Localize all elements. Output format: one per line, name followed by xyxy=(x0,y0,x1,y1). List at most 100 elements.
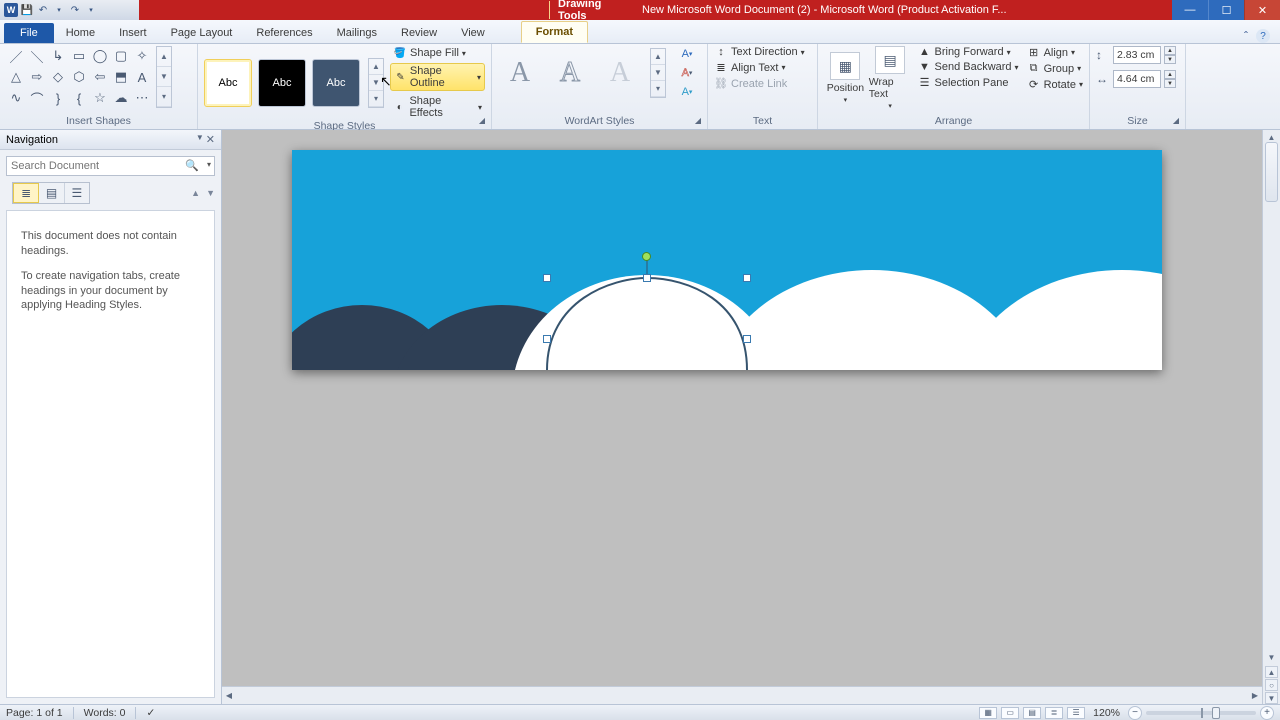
spin-down-icon[interactable]: ▼ xyxy=(1164,55,1176,64)
align-button[interactable]: ⊞Align▾ xyxy=(1027,46,1083,59)
tab-file[interactable]: File xyxy=(4,23,54,43)
pane-close-icon[interactable]: ✕ xyxy=(206,133,215,146)
close-button[interactable]: ✕ xyxy=(1244,0,1280,20)
wrap-text-button[interactable]: ▤ Wrap Text▾ xyxy=(869,46,912,110)
save-icon[interactable]: 💾 xyxy=(20,3,34,17)
tab-format[interactable]: Format xyxy=(521,21,588,43)
group-button[interactable]: ⧉Group▾ xyxy=(1027,62,1083,75)
shape-star-icon[interactable]: ☆ xyxy=(90,88,110,108)
proofing-icon[interactable]: ✓ xyxy=(146,707,155,719)
pane-dropdown-icon[interactable]: ▼ xyxy=(196,133,204,146)
zoom-out-button[interactable]: − xyxy=(1128,706,1142,720)
word-count[interactable]: Words: 0 xyxy=(84,707,126,719)
shape-callout-icon[interactable]: ⬒ xyxy=(111,67,131,87)
tab-view[interactable]: View xyxy=(449,23,497,43)
wordart-gallery-scroll[interactable]: ▲ ▼ ▾ xyxy=(650,48,666,98)
resize-handle[interactable] xyxy=(743,274,751,282)
next-icon[interactable]: ▼ xyxy=(206,188,215,198)
next-page-icon[interactable]: ▼ xyxy=(1265,692,1278,704)
resize-handle[interactable] xyxy=(543,274,551,282)
minimize-ribbon-icon[interactable]: ˆ xyxy=(1244,29,1248,43)
height-value[interactable]: 2.83 cm xyxy=(1113,46,1161,64)
drawing-canvas[interactable] xyxy=(292,150,1162,370)
nav-tab-pages[interactable]: ▤ xyxy=(39,183,64,203)
tab-review[interactable]: Review xyxy=(389,23,449,43)
undo-icon[interactable]: ↶ xyxy=(36,3,50,17)
prev-page-icon[interactable]: ▲ xyxy=(1265,666,1278,678)
help-icon[interactable]: ? xyxy=(1256,29,1270,43)
wordart-preset[interactable]: A xyxy=(598,51,642,95)
dialog-launcher-icon[interactable]: ◢ xyxy=(693,115,703,125)
shape-more-icon[interactable]: ⋯ xyxy=(132,88,152,108)
scroll-right-icon[interactable]: ▶ xyxy=(1248,687,1262,704)
scroll-up-icon[interactable]: ▲ xyxy=(651,49,665,65)
search-input[interactable] xyxy=(6,156,215,176)
search-box[interactable]: 🔍 ▾ xyxy=(6,156,215,176)
spin-up-icon[interactable]: ▲ xyxy=(1164,70,1176,79)
maximize-button[interactable]: ☐ xyxy=(1208,0,1244,20)
spin-down-icon[interactable]: ▼ xyxy=(1164,79,1176,88)
shape-cloud-icon[interactable]: ☁ xyxy=(111,88,131,108)
scroll-down-icon[interactable]: ▼ xyxy=(651,65,665,81)
shape-textbox-icon[interactable]: A xyxy=(132,67,152,87)
scroll-up-icon[interactable]: ▲ xyxy=(157,47,171,67)
resize-handle[interactable] xyxy=(643,274,651,282)
position-button[interactable]: ▦ Position▾ xyxy=(824,46,867,110)
scroll-left-icon[interactable]: ◀ xyxy=(222,687,236,704)
nav-tab-results[interactable]: ☰ xyxy=(65,183,89,203)
style-preset-2[interactable]: Abc xyxy=(258,59,306,107)
shape-arrow-icon[interactable]: ⇦ xyxy=(90,67,110,87)
wordart-preset[interactable]: A xyxy=(548,51,592,95)
shape-rect-icon[interactable]: ▭ xyxy=(69,46,89,66)
width-value[interactable]: 4.64 cm xyxy=(1113,70,1161,88)
qat-customize-icon[interactable]: ▾ xyxy=(84,3,98,17)
resize-handle[interactable] xyxy=(743,335,751,343)
spin-up-icon[interactable]: ▲ xyxy=(1164,46,1176,55)
shape-style-gallery[interactable]: Abc Abc Abc ▲ ▼ ▾ xyxy=(204,58,384,108)
tab-home[interactable]: Home xyxy=(54,23,107,43)
scroll-thumb[interactable] xyxy=(1265,142,1278,202)
style-preset-3[interactable]: Abc xyxy=(312,59,360,107)
search-options-icon[interactable]: ▾ xyxy=(207,160,211,169)
print-layout-view-icon[interactable]: ▦ xyxy=(979,707,997,719)
shape-brace-icon[interactable]: } xyxy=(48,88,68,108)
width-field[interactable]: ↔ 4.64 cm ▲▼ xyxy=(1096,70,1179,88)
shape-curve-icon[interactable]: ∿ xyxy=(6,88,26,108)
nav-tab-headings[interactable]: ≣ xyxy=(13,183,39,203)
style-preset-1[interactable]: Abc xyxy=(204,59,252,107)
zoom-thumb[interactable] xyxy=(1212,707,1220,719)
tab-mailings[interactable]: Mailings xyxy=(325,23,389,43)
shape-freeform-icon[interactable]: ✧ xyxy=(132,46,152,66)
shapes-gallery-scroll[interactable]: ▲ ▼ ▾ xyxy=(156,46,172,108)
rotation-handle[interactable] xyxy=(642,252,651,261)
shape-brace-icon[interactable]: { xyxy=(69,88,89,108)
shape-fill-button[interactable]: 🪣Shape Fill▾ xyxy=(390,46,485,60)
dialog-launcher-icon[interactable]: ◢ xyxy=(477,115,487,125)
gallery-expand-icon[interactable]: ▾ xyxy=(369,91,383,107)
document-area[interactable]: ▭ ▲ ▼ xyxy=(222,130,1280,704)
redo-icon[interactable]: ↷ xyxy=(68,3,82,17)
shape-arrow-icon[interactable]: ⇨ xyxy=(27,67,47,87)
shape-effects-button[interactable]: ◐Shape Effects▾ xyxy=(390,94,485,120)
scroll-down-icon[interactable]: ▼ xyxy=(1263,650,1280,664)
gallery-expand-icon[interactable]: ▾ xyxy=(651,81,665,97)
gallery-expand-icon[interactable]: ▾ xyxy=(157,87,171,107)
shapes-gallery[interactable]: ／＼↳▭◯▢✧ △⇨◇⬡⇦⬒A ∿⌒}{☆☁⋯ xyxy=(6,46,152,108)
shape-triangle-icon[interactable]: △ xyxy=(6,67,26,87)
outline-view-icon[interactable]: ≣ xyxy=(1045,707,1063,719)
shape-connector-icon[interactable]: ↳ xyxy=(48,46,68,66)
send-backward-button[interactable]: ▼Send Backward▾ xyxy=(918,61,1019,73)
prev-icon[interactable]: ▲ xyxy=(191,188,200,198)
shape-outline-button[interactable]: ✎Shape Outline▾ ↖ xyxy=(390,63,485,91)
shape-roundrect-icon[interactable]: ▢ xyxy=(111,46,131,66)
shape-line-icon[interactable]: ＼ xyxy=(27,46,47,66)
rotate-button[interactable]: ⟳Rotate▾ xyxy=(1027,78,1083,91)
undo-dropdown-icon[interactable]: ▾ xyxy=(52,3,66,17)
vertical-scrollbar[interactable]: ▲ ▼ ▲ ○ ▼ xyxy=(1262,130,1280,704)
align-text-button[interactable]: ≣Align Text▾ xyxy=(714,61,811,74)
text-outline-button[interactable]: A▾ xyxy=(676,65,698,81)
page-indicator[interactable]: Page: 1 of 1 xyxy=(6,707,63,719)
bring-forward-button[interactable]: ▲Bring Forward▾ xyxy=(918,46,1019,58)
zoom-slider[interactable] xyxy=(1146,711,1256,715)
shape-line-icon[interactable]: ／ xyxy=(6,46,26,66)
